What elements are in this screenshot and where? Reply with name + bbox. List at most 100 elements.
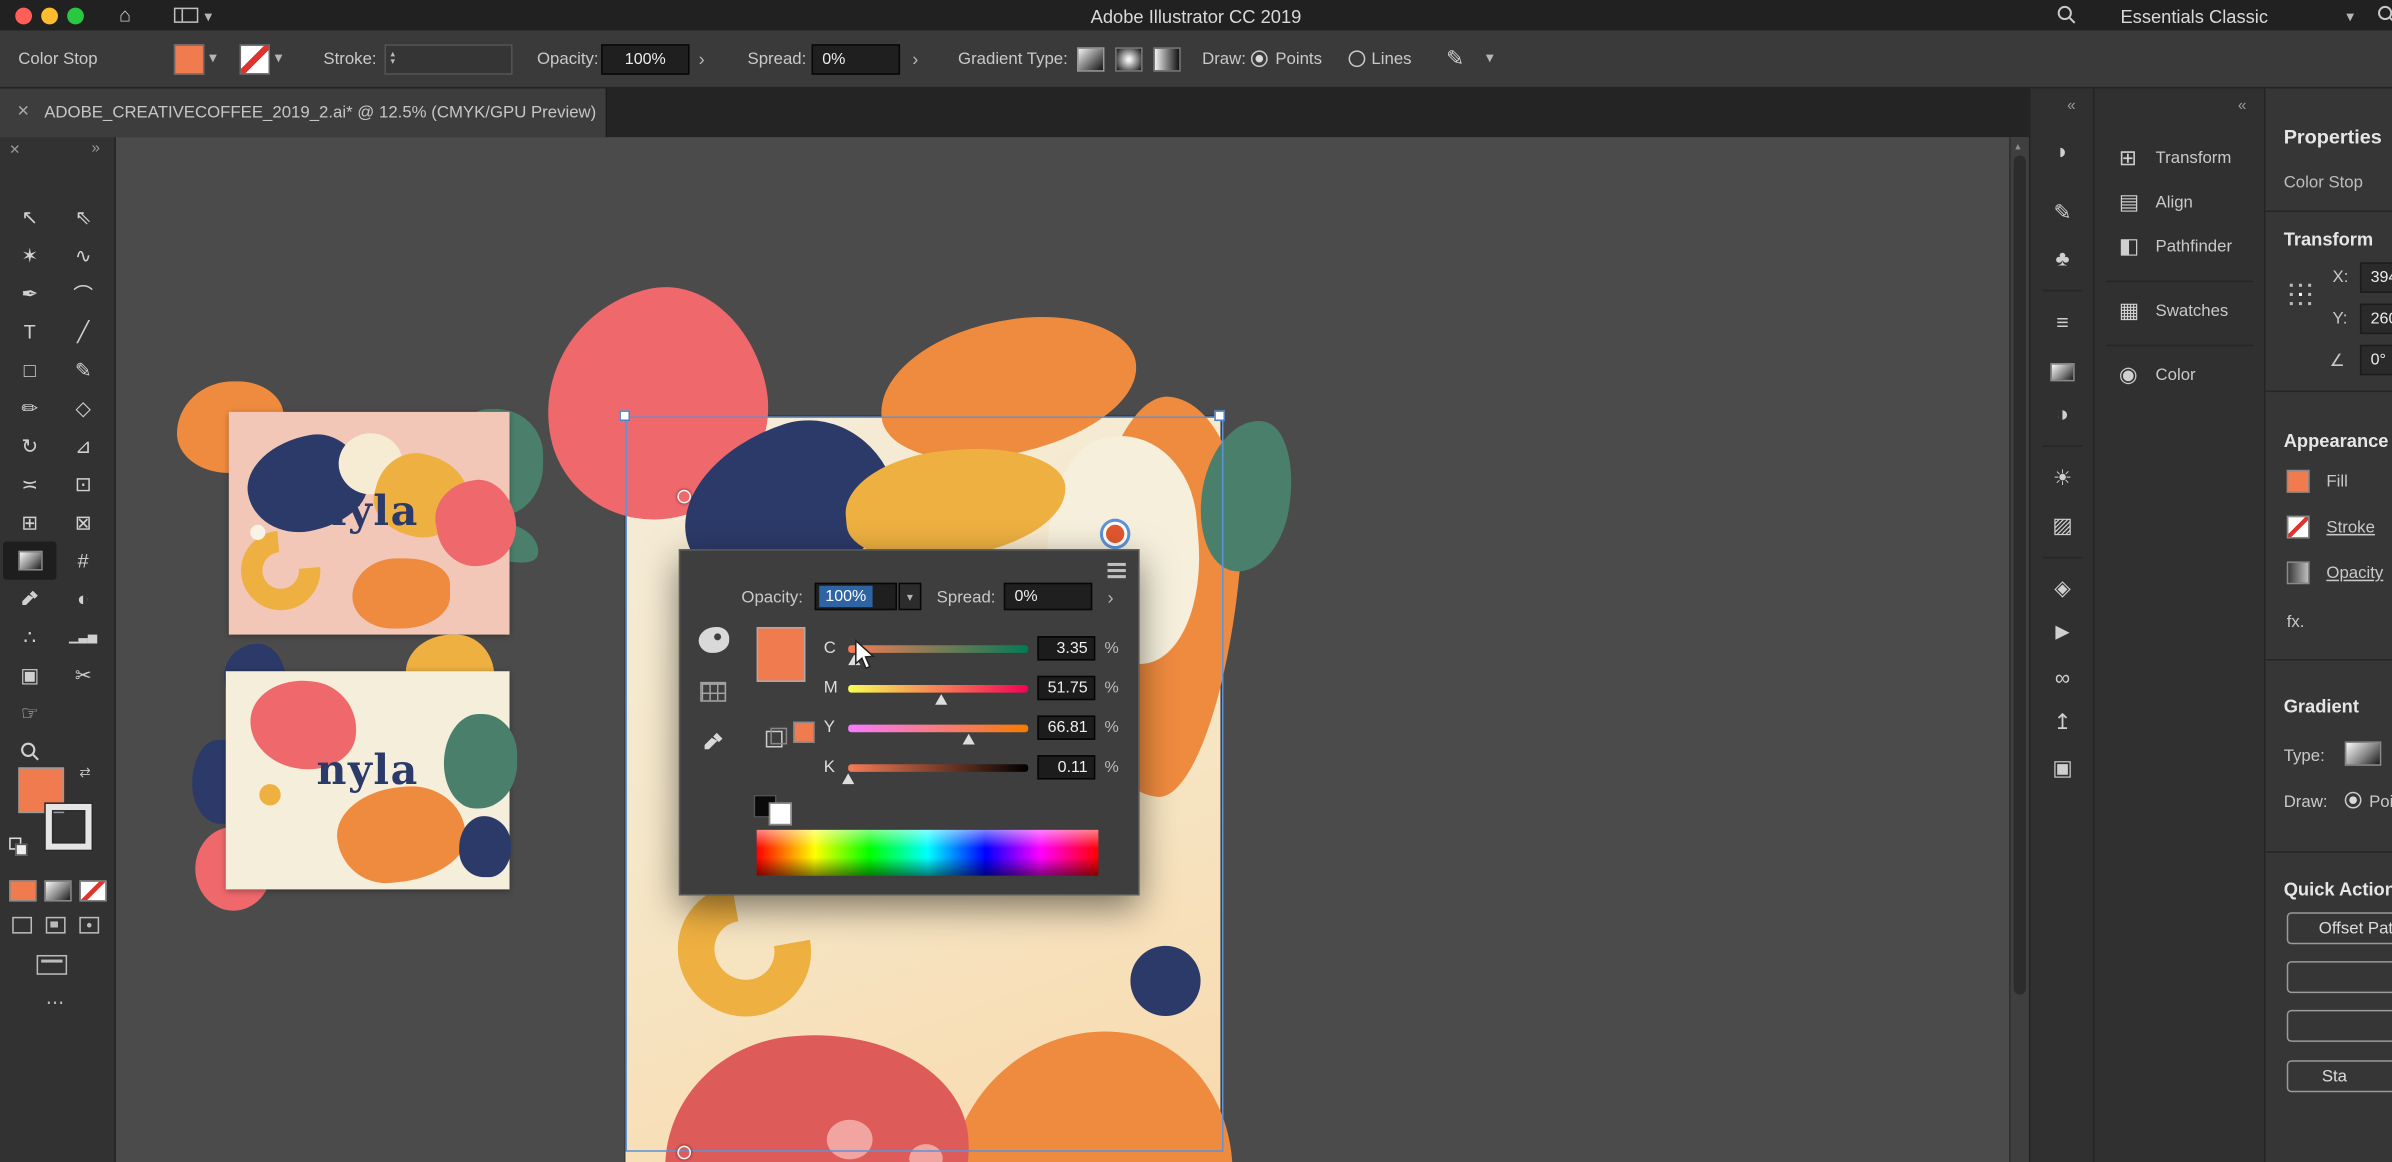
panel-button-align[interactable]: ▤ Align [2095, 185, 2266, 225]
popup-spread-chevron-icon[interactable]: › [1108, 587, 1114, 608]
swap-fill-stroke-icon[interactable]: ⇄ [79, 764, 91, 781]
appearance-panel-icon[interactable]: ☀ [2030, 467, 2094, 488]
quick-action-button-2[interactable] [2287, 961, 2392, 993]
workspace-caret-icon[interactable]: ▾ [2346, 9, 2354, 26]
tools-close-icon[interactable]: ✕ [9, 142, 21, 159]
spread-chevron-icon[interactable]: › [912, 49, 918, 70]
selection-tool[interactable]: ↖ [3, 198, 56, 236]
fill-row[interactable]: Fill [2265, 467, 2392, 501]
yellow-value-field[interactable]: 66.81 [1037, 715, 1095, 739]
stroke-panel-icon[interactable]: ≡ [2030, 311, 2094, 332]
panel-button-transform[interactable]: ⊞ Transform [2095, 140, 2266, 180]
cyan-value-field[interactable]: 3.35 [1037, 636, 1095, 660]
paintbrush-tool[interactable]: ✎ [56, 351, 109, 389]
color-mixer-icon[interactable] [699, 627, 730, 653]
more-tools-icon[interactable]: ⋯ [46, 992, 64, 1013]
draw-normal-mode-icon[interactable] [12, 917, 32, 934]
angle-value-field[interactable]: 0° [2360, 345, 2392, 376]
vertical-scrollbar-track[interactable]: ▴ [2009, 137, 2029, 1162]
stroke-swatch[interactable] [2287, 516, 2310, 539]
free-transform-tool[interactable]: ⊡ [56, 465, 109, 503]
card1-white-dot[interactable] [250, 525, 265, 540]
gamut-color-swatch[interactable] [793, 722, 814, 743]
white-quick-swatch[interactable] [769, 802, 792, 825]
pencil-tool[interactable]: ✏ [3, 389, 56, 427]
opacity-chevron-icon[interactable]: › [699, 49, 705, 70]
stroke-proxy-swatch[interactable] [46, 804, 92, 850]
panel-menu-icon[interactable] [1108, 563, 1126, 566]
magenta-slider-handle[interactable] [935, 693, 947, 704]
anchor-point-top[interactable] [677, 490, 691, 504]
gradient-panel-icon[interactable] [2050, 363, 2074, 381]
start-global-edit-button[interactable]: Sta [2287, 1060, 2392, 1092]
stroke-weight-field[interactable]: ▴▾ [384, 44, 512, 75]
panel-button-color[interactable]: ◉ Color [2095, 357, 2266, 397]
yellow-slider-track[interactable] [848, 724, 1028, 732]
card2-gold-dot[interactable] [259, 784, 280, 805]
card2-teal-blob[interactable] [444, 714, 517, 809]
draw-points-label[interactable]: Points [1275, 50, 1322, 68]
props-draw-value[interactable]: Points [2369, 793, 2392, 811]
black-value-field[interactable]: 0.11 [1037, 755, 1095, 779]
color-mode-none-button[interactable] [79, 880, 106, 901]
card2-title[interactable]: nyla [296, 747, 439, 794]
black-slider-handle[interactable] [842, 773, 854, 784]
symbols-panel-icon[interactable]: ♣ [2030, 247, 2094, 268]
eyedropper-icon[interactable] [702, 731, 725, 754]
vertical-scrollbar-thumb[interactable] [2014, 156, 2026, 995]
stroke-color-swatch[interactable] [240, 44, 271, 75]
tools-collapse-icon[interactable]: » [92, 140, 100, 157]
fill-color-swatch[interactable] [174, 44, 205, 75]
opacity-label[interactable]: Opacity [2326, 564, 2383, 582]
shape-navy-circle[interactable] [1130, 946, 1200, 1016]
freeform-gradient-chip[interactable] [1153, 47, 1180, 71]
tab-close-icon[interactable]: ✕ [17, 104, 30, 121]
shape-builder-tool[interactable]: ⊞ [3, 503, 56, 541]
fill-swatch[interactable] [2287, 470, 2310, 493]
magenta-value-field[interactable]: 51.75 [1037, 676, 1095, 700]
labeled-strip-expand-icon[interactable]: « [2238, 98, 2246, 115]
draw-behind-mode-icon[interactable] [46, 917, 66, 934]
perspective-grid-tool[interactable]: ⊠ [56, 503, 109, 541]
anchor-point-bottom[interactable] [677, 1146, 691, 1160]
opacity-field[interactable]: 100% [601, 44, 689, 75]
magenta-slider-track[interactable] [848, 684, 1028, 692]
draw-inside-mode-icon[interactable] [79, 917, 99, 934]
hand-tool[interactable]: ☞ [3, 694, 56, 732]
magic-wand-tool[interactable]: ✶ [3, 236, 56, 274]
default-fill-stroke-icon[interactable] [9, 838, 21, 850]
gradient-stop-annotator[interactable] [1103, 522, 1127, 546]
selection-handle-top-left[interactable] [619, 410, 630, 421]
lasso-tool[interactable]: ∿ [56, 236, 109, 274]
eyedropper-tool[interactable] [3, 580, 56, 618]
workspace-selector[interactable]: Essentials Classic [2120, 6, 2268, 27]
card1-title[interactable]: nyla [296, 488, 439, 535]
links-panel-icon[interactable]: ∞ [2030, 667, 2094, 688]
rectangle-tool[interactable]: □ [3, 351, 56, 389]
scale-tool[interactable]: ⊿ [56, 427, 109, 465]
brushes-panel-icon[interactable]: ✎ [2030, 201, 2094, 222]
shaper-panel-icon[interactable]: ◗ [2030, 140, 2094, 161]
out-of-gamut-warning-icon[interactable] [766, 731, 783, 748]
panel-button-swatches[interactable]: ▦ Swatches [2095, 293, 2266, 333]
blend-tool[interactable]: ◐ [56, 580, 109, 618]
draw-lines-label[interactable]: Lines [1371, 50, 1411, 68]
current-color-swatch[interactable] [757, 627, 806, 682]
popup-opacity-caret[interactable]: ▾ [899, 583, 922, 610]
panel-button-pathfinder[interactable]: ◧ Pathfinder [2095, 229, 2266, 269]
width-tool[interactable]: ≍ [3, 465, 56, 503]
curvature-tool[interactable]: ⌒ [56, 275, 109, 313]
stroke-label[interactable]: Stroke [2326, 519, 2375, 537]
linear-gradient-chip[interactable] [1077, 47, 1104, 71]
search-icon[interactable] [2056, 5, 2076, 25]
draw-lines-radio[interactable] [1349, 50, 1366, 67]
mesh-tool[interactable]: # [56, 542, 109, 580]
column-graph-tool[interactable]: ▁▃▅ [56, 618, 109, 656]
search-icon-partial[interactable] [2377, 5, 2392, 25]
type-tool[interactable]: T [3, 313, 56, 351]
stroke-caret-icon[interactable]: ▾ [275, 50, 283, 67]
fx-label[interactable]: fx. [2287, 613, 2305, 631]
shape-pink-dot-1[interactable] [827, 1120, 873, 1160]
stroke-stepper-icon[interactable]: ▴▾ [386, 52, 400, 67]
screen-mode-icon[interactable] [37, 955, 68, 975]
